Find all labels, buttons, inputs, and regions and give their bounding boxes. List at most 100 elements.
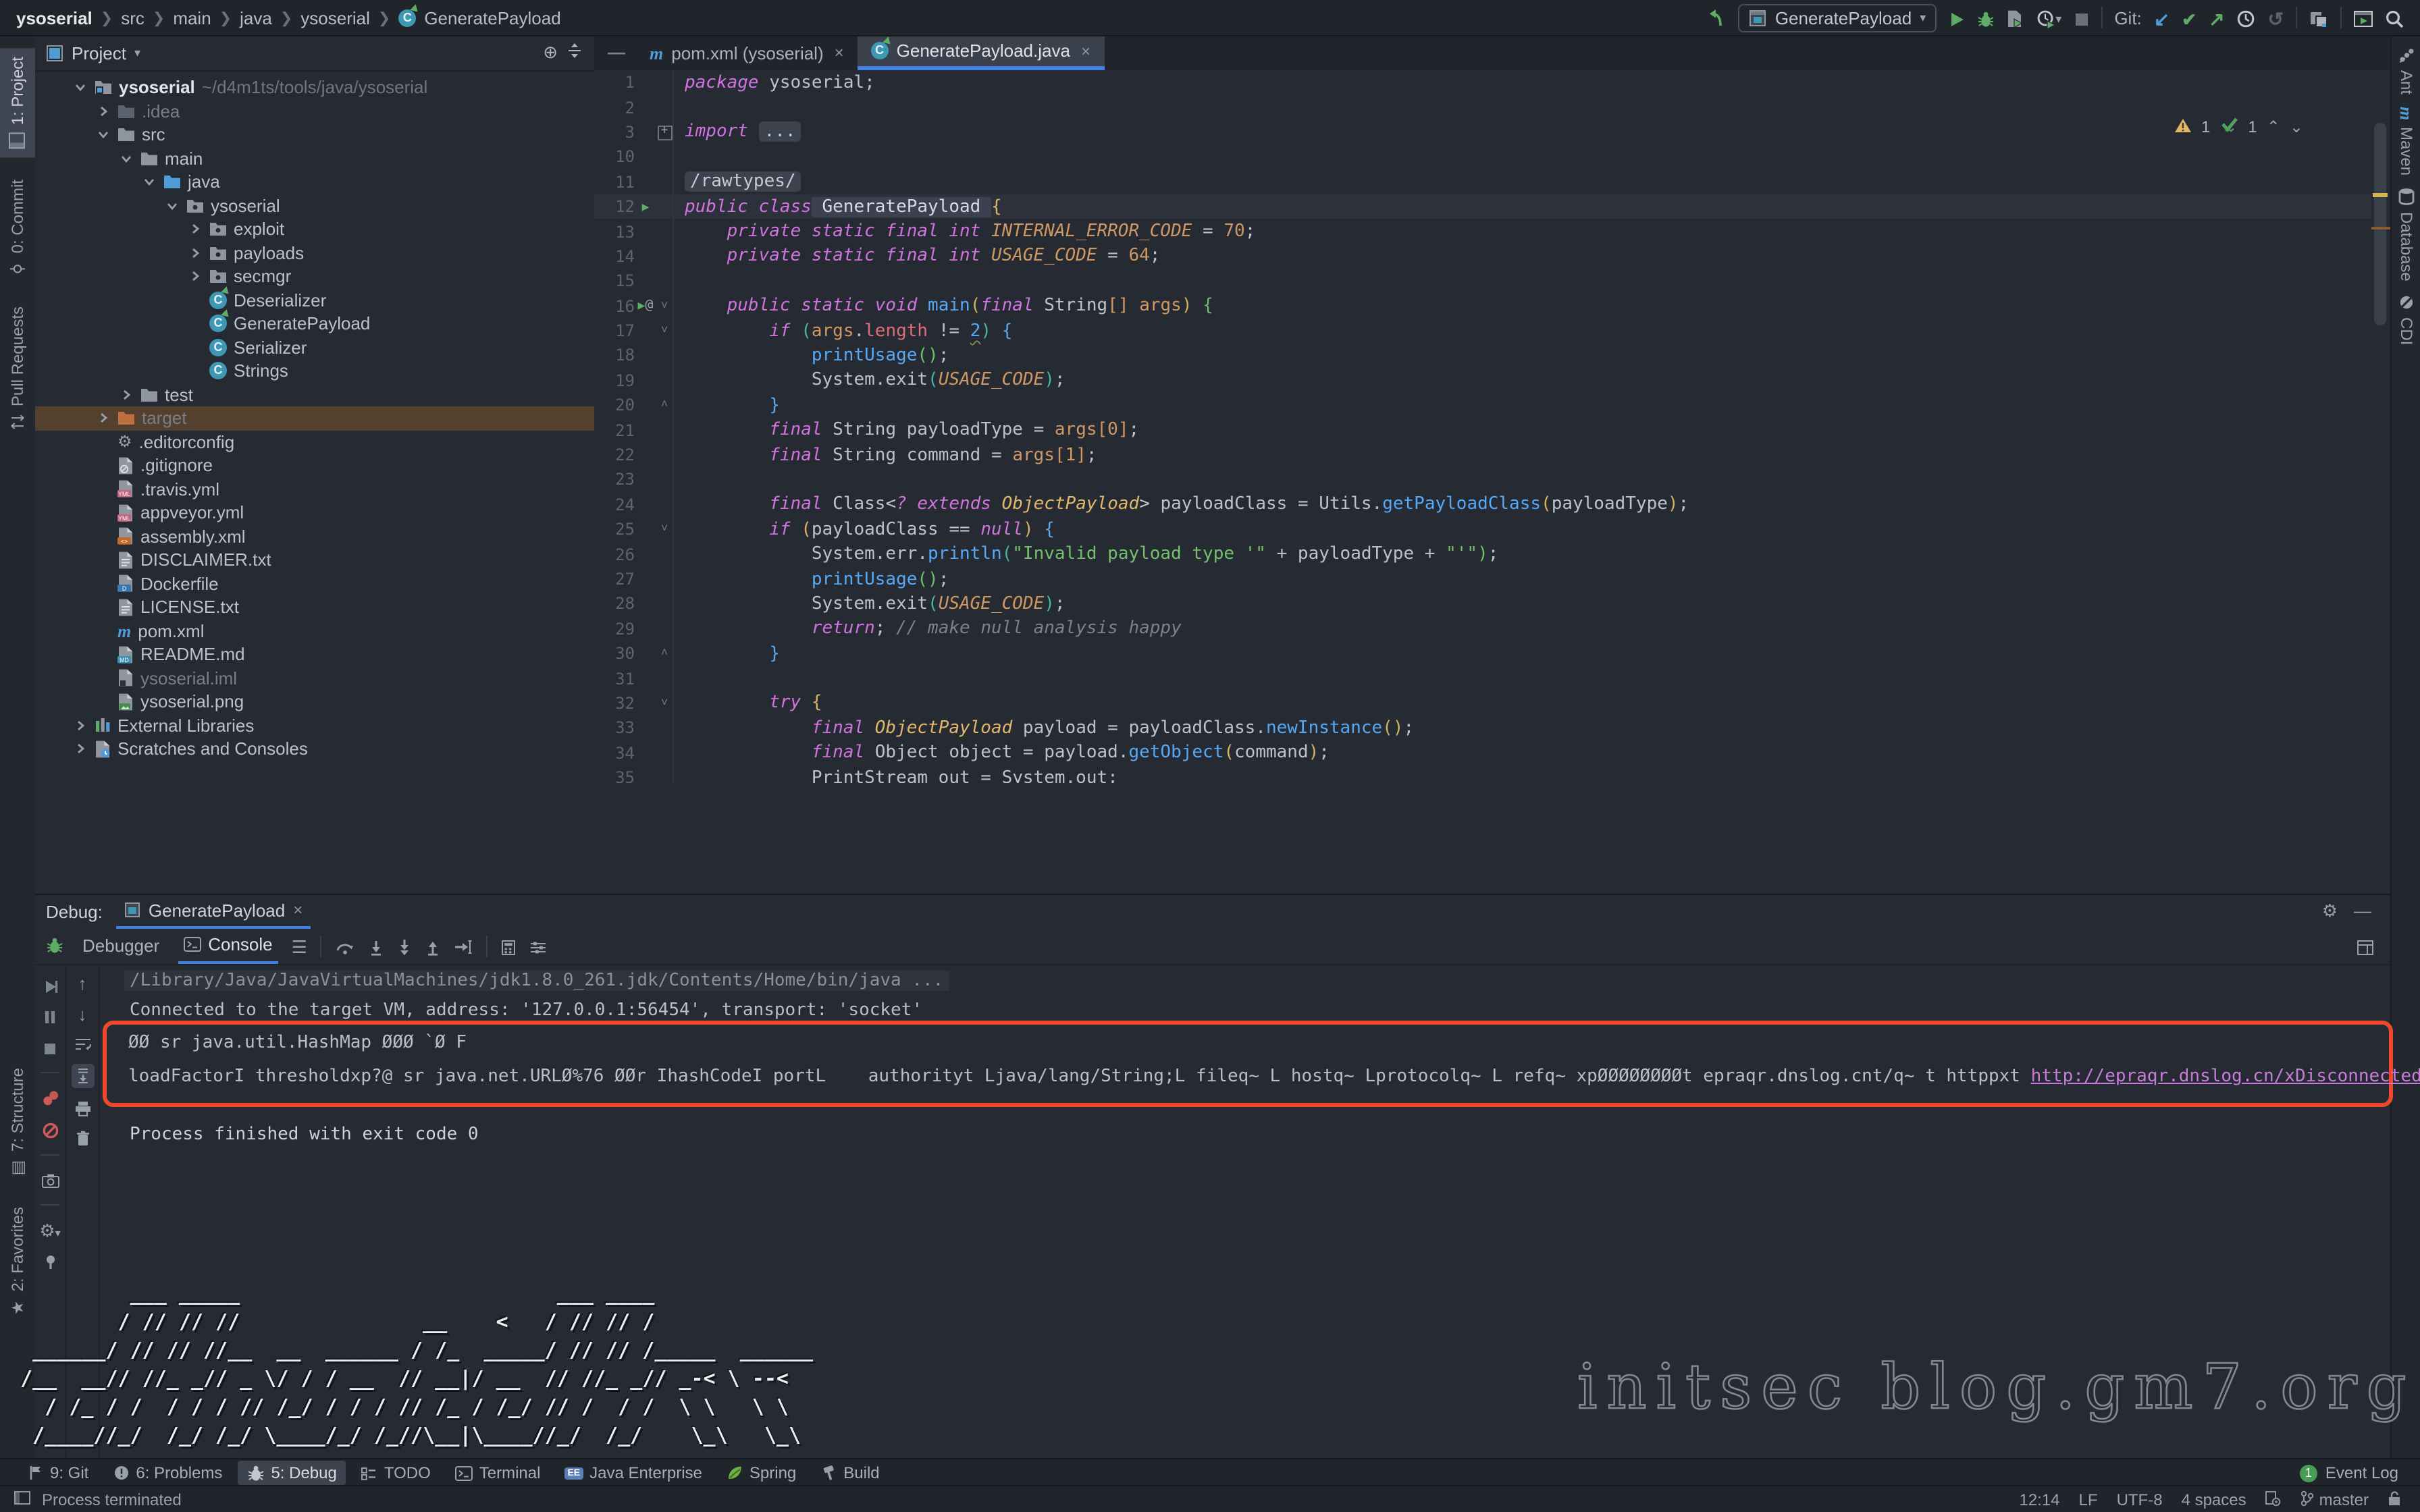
tree-item--travis-yml[interactable]: YML .travis.yml bbox=[35, 477, 594, 501]
tool-strip-database[interactable]: Database bbox=[2392, 188, 2420, 281]
console-output[interactable]: /Library/Java/JavaVirtualMachines/jdk1.8… bbox=[100, 965, 2390, 1459]
breadcrumb-item[interactable]: src bbox=[121, 7, 144, 28]
line-number[interactable]: 10 bbox=[594, 148, 635, 167]
line-number[interactable]: 32 bbox=[594, 694, 635, 713]
tree-item-serializer[interactable]: C Serializer bbox=[35, 335, 594, 359]
run-window-button[interactable] bbox=[2354, 7, 2373, 28]
tree-item-main[interactable]: main bbox=[35, 146, 594, 170]
tree-item-payloads[interactable]: payloads bbox=[35, 241, 594, 265]
fold-icon[interactable]: ˄ bbox=[661, 647, 668, 660]
clock-run-button[interactable]: ▾ bbox=[2036, 7, 2061, 28]
line-number[interactable]: 26 bbox=[594, 545, 635, 564]
breadcrumb-item[interactable]: ysoserial bbox=[16, 7, 93, 28]
tree-item-strings[interactable]: C Strings bbox=[35, 359, 594, 383]
line-number[interactable]: 33 bbox=[594, 719, 635, 738]
caret-position[interactable]: 12:14 bbox=[2019, 1490, 2059, 1509]
code-area[interactable]: 1 package ysoserial; 2 3 + import ... 10… bbox=[594, 70, 2390, 894]
line-number[interactable]: 14 bbox=[594, 247, 635, 266]
toolwindow-tab-build[interactable]: Build bbox=[811, 1461, 889, 1485]
line-number[interactable]: 19 bbox=[594, 371, 635, 390]
line-ending[interactable]: LF bbox=[2079, 1490, 2098, 1509]
restore-layout-button[interactable] bbox=[2357, 936, 2390, 956]
bp2-button[interactable] bbox=[41, 1088, 59, 1108]
stop-sq-button[interactable] bbox=[43, 1038, 57, 1057]
layout-options-button[interactable]: ☰ bbox=[292, 936, 307, 956]
tree-item-license-txt[interactable]: LICENSE.txt bbox=[35, 595, 594, 619]
tree-item-scratches-and-consoles[interactable]: Scratches and Consoles bbox=[35, 737, 594, 761]
tree-item-disclaimer-txt[interactable]: DISCLAIMER.txt bbox=[35, 548, 594, 572]
tree-item-pom-xml[interactable]: m pom.xml bbox=[35, 619, 594, 643]
breadcrumb-item-current[interactable]: GeneratePayload bbox=[424, 7, 560, 28]
breadcrumb-item[interactable]: main bbox=[173, 7, 211, 28]
tree-expander[interactable] bbox=[119, 389, 134, 401]
encoding[interactable]: UTF-8 bbox=[2117, 1490, 2163, 1509]
tree-item-dockerfile[interactable]: D Dockerfile bbox=[35, 572, 594, 595]
tree-item-appveyor-yml[interactable]: YML appveyor.yml bbox=[35, 501, 594, 524]
debug-tab-debugger[interactable]: Debugger bbox=[77, 927, 165, 964]
tool-strip----structure[interactable]: ▤7: Structure bbox=[0, 1060, 35, 1186]
git-update-button[interactable]: ↙ bbox=[2154, 7, 2169, 28]
fold-icon[interactable]: ˅ bbox=[661, 697, 668, 710]
unlock-icon[interactable] bbox=[2388, 1490, 2401, 1510]
fold-icon[interactable]: ˅ bbox=[661, 522, 668, 536]
toolwindow-tab-spring[interactable]: Spring bbox=[717, 1461, 806, 1485]
editor-tab-generatepayload-java[interactable]: CGeneratePayload.java× bbox=[858, 35, 1104, 70]
git-branch-name[interactable]: master bbox=[2319, 1490, 2369, 1509]
hide-panel-icon[interactable]: — bbox=[2354, 900, 2371, 922]
close-icon[interactable]: × bbox=[835, 43, 844, 62]
fold-icon[interactable]: ˄ bbox=[661, 399, 668, 412]
prev-chevron-icon[interactable]: ⌃ bbox=[2267, 117, 2280, 136]
tree-item-ysoserial[interactable]: ysoserial ~/d4m1ts/tools/java/ysoserial bbox=[35, 76, 594, 99]
event-log-button[interactable]: 1 Event Log bbox=[2300, 1463, 2420, 1482]
line-number[interactable]: 23 bbox=[594, 470, 635, 489]
editor-tab-pom-xml--ysoserial-[interactable]: mpom.xml (ysoserial)× bbox=[636, 35, 858, 70]
tree-expander[interactable] bbox=[188, 247, 203, 259]
line-number[interactable]: 30 bbox=[594, 644, 635, 663]
debug-settings-gear-icon[interactable]: ⚙ bbox=[2322, 900, 2338, 922]
indent-gear-icon[interactable] bbox=[2265, 1490, 2282, 1510]
arrow-down-button[interactable]: ↓ bbox=[78, 1004, 87, 1023]
step-into-button[interactable] bbox=[369, 936, 384, 956]
pin-button[interactable] bbox=[43, 1251, 57, 1270]
dnslog-link[interactable]: http://epraqr.dnslog.cn/xDisconnected bbox=[2031, 1066, 2420, 1087]
close-icon[interactable]: × bbox=[293, 900, 302, 919]
printer-button[interactable] bbox=[74, 1098, 91, 1117]
collapse-all-button[interactable] bbox=[566, 42, 583, 63]
tree-expander[interactable] bbox=[73, 720, 88, 732]
toolwindow-tab-terminal[interactable]: Terminal bbox=[446, 1461, 550, 1485]
line-number[interactable]: 16 bbox=[594, 296, 635, 315]
tree-expander[interactable] bbox=[96, 412, 111, 425]
run-line-icon[interactable]: ▶ bbox=[642, 200, 650, 214]
camera-button[interactable] bbox=[41, 1170, 59, 1189]
tree-item-java[interactable]: java bbox=[35, 170, 594, 194]
back-green-button[interactable] bbox=[1706, 7, 1727, 28]
line-number[interactable]: 34 bbox=[594, 743, 635, 762]
play-green-button[interactable] bbox=[1949, 7, 1965, 28]
tree-item-src[interactable]: src bbox=[35, 123, 594, 146]
tree-item--editorconfig[interactable]: ⚙ .editorconfig bbox=[35, 430, 594, 454]
scrollbar-thumb[interactable] bbox=[2374, 123, 2386, 325]
tree-expander[interactable] bbox=[73, 82, 88, 94]
close-icon[interactable]: × bbox=[1081, 41, 1090, 60]
stop-gray-button[interactable] bbox=[2074, 7, 2088, 28]
breadcrumb-item[interactable]: ysoserial bbox=[300, 7, 370, 28]
line-number[interactable]: 29 bbox=[594, 620, 635, 639]
tool-strip----favorites[interactable]: ★2: Favorites bbox=[0, 1199, 35, 1326]
status-panel-icon[interactable] bbox=[14, 1490, 31, 1509]
line-number[interactable]: 2 bbox=[594, 98, 635, 117]
run-configuration-select[interactable]: GeneratePayload▾ bbox=[1739, 3, 1937, 32]
project-panel-title[interactable]: Project bbox=[72, 43, 126, 63]
locate-file-button[interactable]: ⊕ bbox=[543, 42, 558, 63]
tree-item-ysoserial-png[interactable]: ysoserial.png bbox=[35, 690, 594, 713]
tool-strip-maven[interactable]: mMaven bbox=[2392, 107, 2420, 176]
tree-item-exploit[interactable]: exploit bbox=[35, 217, 594, 241]
line-number[interactable]: 24 bbox=[594, 495, 635, 514]
tree-item--gitignore[interactable]: .gitignore bbox=[35, 454, 594, 477]
play-gray-button[interactable] bbox=[43, 976, 57, 995]
line-number[interactable]: 13 bbox=[594, 222, 635, 241]
line-number[interactable]: 27 bbox=[594, 570, 635, 589]
scrollend-button[interactable] bbox=[71, 1063, 94, 1087]
settings-sliders-button[interactable] bbox=[530, 936, 548, 956]
line-number[interactable]: 28 bbox=[594, 595, 635, 614]
tree-item-external-libraries[interactable]: External Libraries bbox=[35, 713, 594, 737]
